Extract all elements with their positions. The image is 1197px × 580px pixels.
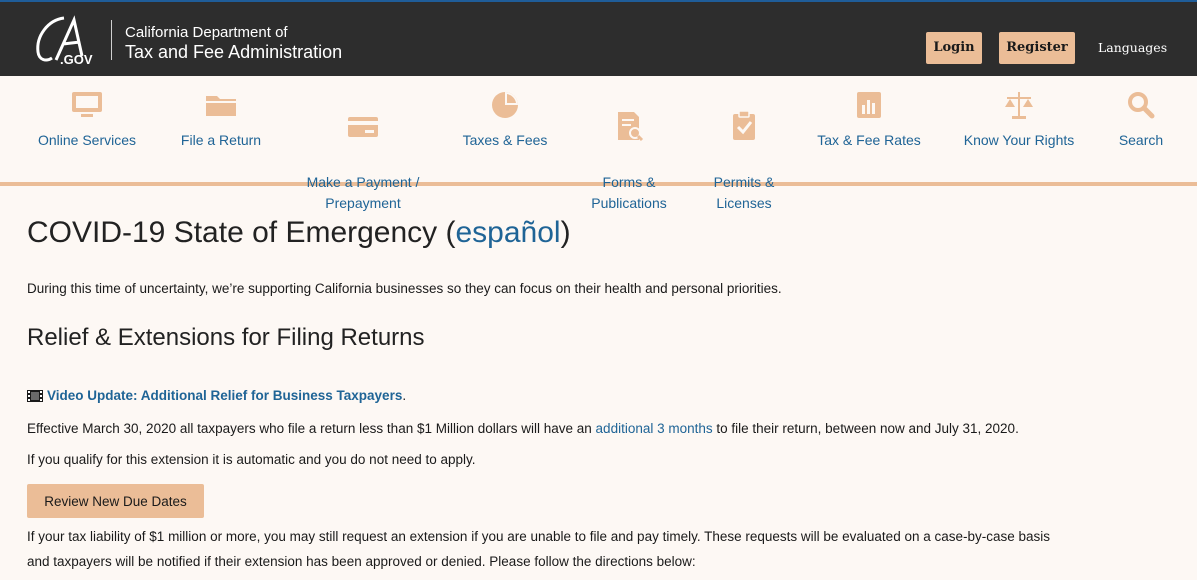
page-title-close: ) — [560, 216, 571, 249]
nav-online-services[interactable]: Online Services — [28, 76, 146, 182]
page-title: COVID-19 State of Emergency (español) — [27, 216, 571, 250]
nav-search[interactable]: Search — [1106, 76, 1176, 182]
search-icon — [1128, 92, 1155, 119]
bar-chart-icon — [857, 92, 881, 118]
nav-label: Know Your Rights — [963, 132, 1075, 148]
nav-file-return[interactable]: File a Return — [172, 76, 270, 182]
site-header: .GOV California Department of Tax and Fe… — [0, 0, 1197, 76]
pie-chart-icon — [492, 92, 518, 118]
languages-menu[interactable]: Languages — [1098, 40, 1167, 55]
scales-icon — [1005, 92, 1033, 119]
effective-pre: Effective March 30, 2020 all taxpayers w… — [27, 421, 596, 436]
nav-label: Make a Payment / Prepayment — [306, 174, 420, 211]
intro-text: During this time of uncertainty, we’re s… — [27, 281, 782, 296]
nav-make-payment[interactable]: Make a Payment / Prepayment — [296, 76, 430, 211]
document-search-icon — [618, 112, 644, 142]
qualify-text: If you qualify for this extension it is … — [27, 452, 476, 467]
main-nav: Online Services File a Return Make a Pay… — [0, 76, 1197, 211]
monitor-icon — [72, 92, 102, 117]
nav-label: Permits & Licenses — [713, 174, 775, 211]
video-period: . — [402, 388, 407, 403]
login-button[interactable]: Login — [926, 32, 982, 64]
logo-divider — [111, 20, 112, 60]
nav-label: Taxes & Fees — [462, 132, 548, 148]
nav-label: Online Services — [37, 132, 137, 148]
nav-know-your-rights[interactable]: Know Your Rights — [950, 76, 1088, 182]
espanol-link[interactable]: español — [456, 216, 561, 249]
clipboard-check-icon — [733, 110, 755, 140]
liability-text-line2: and taxpayers will be notified if their … — [27, 554, 696, 569]
ca-gov-logo[interactable]: .GOV — [30, 12, 106, 68]
nav-taxes-fees[interactable]: Taxes & Fees — [456, 76, 554, 182]
nav-label: Forms & Publications — [591, 174, 667, 211]
dept-name-line2: Tax and Fee Administration — [125, 42, 343, 62]
nav-forms-publications[interactable]: Forms & Publications — [580, 76, 678, 211]
effective-post: to file their return, between now and Ju… — [712, 421, 1019, 436]
nav-tax-fee-rates[interactable]: Tax & Fee Rates — [810, 76, 928, 182]
nav-label: Tax & Fee Rates — [817, 132, 921, 148]
section-heading: Relief & Extensions for Filing Returns — [27, 324, 425, 351]
credit-card-icon — [348, 117, 378, 137]
dept-name-line1: California Department of — [125, 24, 288, 41]
svg-text:.GOV: .GOV — [60, 52, 93, 67]
nav-permits-licenses[interactable]: Permits & Licenses — [696, 76, 792, 211]
nav-label: Search — [1118, 132, 1164, 148]
nav-label: File a Return — [180, 132, 262, 148]
review-due-dates-button[interactable]: Review New Due Dates — [27, 484, 204, 518]
film-icon — [27, 390, 43, 402]
register-button[interactable]: Register — [999, 32, 1075, 64]
additional-months-link[interactable]: additional 3 months — [596, 421, 713, 436]
effective-date-text: Effective March 30, 2020 all taxpayers w… — [27, 421, 1019, 436]
folder-icon — [206, 96, 236, 116]
page-title-text: COVID-19 State of Emergency ( — [27, 216, 456, 249]
video-update-link[interactable]: Video Update: Additional Relief for Busi… — [47, 388, 402, 403]
video-update-line: Video Update: Additional Relief for Busi… — [27, 388, 406, 403]
liability-text-line1: If your tax liability of $1 million or m… — [27, 529, 1051, 544]
